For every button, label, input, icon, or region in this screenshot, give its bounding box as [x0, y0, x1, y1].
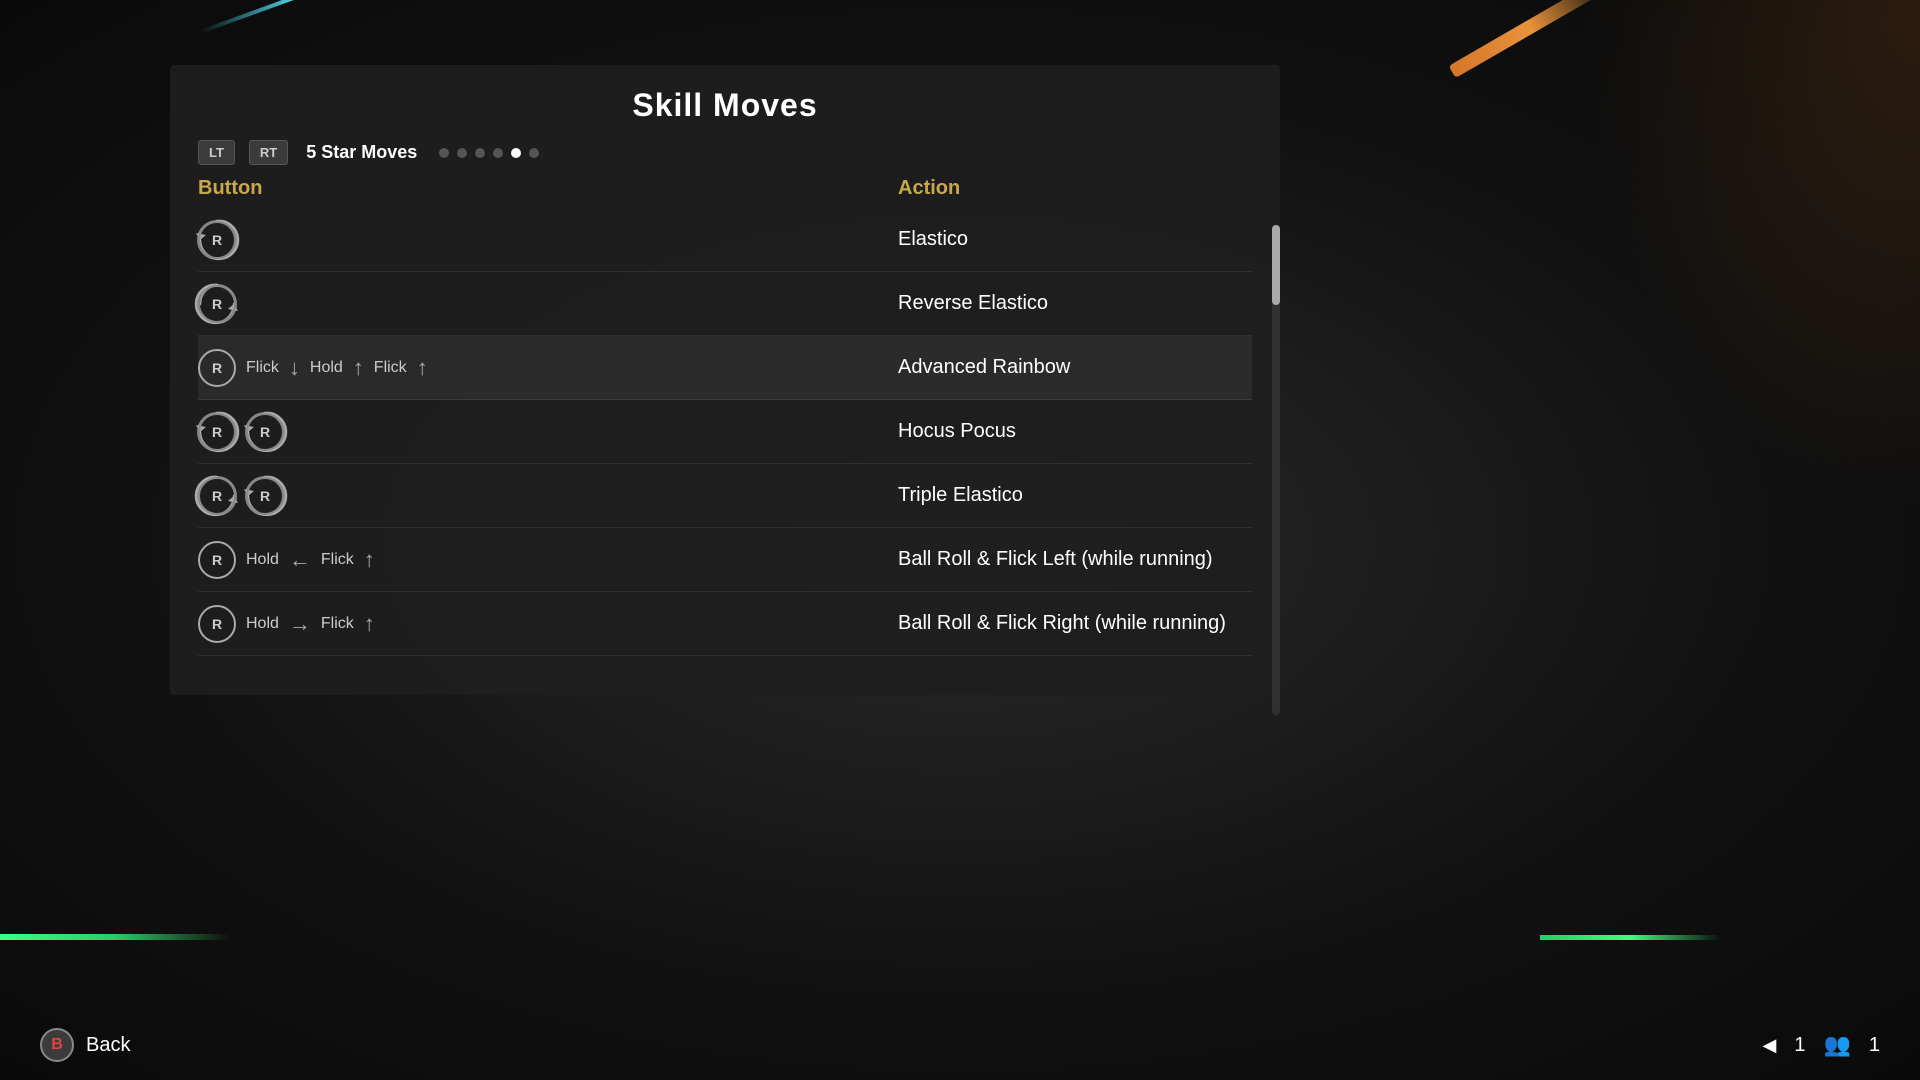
table-row[interactable]: → R Flick ↓ Hold ↑ Flick ↑ Advanced Rain…	[198, 336, 1252, 400]
dot-2	[457, 148, 467, 158]
table-row[interactable]: R Elastico	[198, 208, 1252, 272]
prev-arrow-icon[interactable]: ◀	[1763, 1035, 1777, 1056]
flick2-label: Flick	[374, 359, 407, 377]
move-button-col: R	[198, 277, 898, 331]
b-button-icon: B	[40, 1028, 74, 1062]
r-stick-wrap: R	[198, 285, 236, 323]
r-stick-icon-2: R	[246, 413, 284, 451]
bottom-bar: B Back ◀ 1 👥 1	[0, 1010, 1920, 1080]
r-stick-wrap-2: R	[246, 413, 284, 451]
bg-corner-glow	[1520, 0, 1920, 600]
dot-3	[475, 148, 485, 158]
tab-nav: LT RT 5 Star Moves	[170, 124, 1280, 165]
dot-1	[439, 148, 449, 158]
column-action-header: Action	[898, 177, 960, 200]
hold-label: Hold	[246, 551, 279, 569]
scrollbar[interactable]	[1272, 225, 1280, 715]
table-row[interactable]: R Reverse Elastico	[198, 272, 1252, 336]
arrow-up-icon: ↑	[364, 547, 375, 573]
player-icon: 👥	[1823, 1032, 1850, 1058]
column-button-header: Button	[198, 177, 898, 200]
move-button-col: R R	[198, 469, 898, 523]
flick-label: Flick	[321, 551, 354, 569]
table-row[interactable]: R R Triple Elastico	[198, 464, 1252, 528]
bottom-right-info: ◀ 1 👥 1	[1763, 1032, 1881, 1058]
r-stick-icon: R	[198, 413, 236, 451]
back-button[interactable]: B Back	[40, 1028, 130, 1062]
b-label: B	[51, 1036, 63, 1054]
move-button-col: R Hold → Flick ↑	[198, 597, 898, 651]
flick-label: Flick	[246, 359, 279, 377]
arrow-up-icon: ↑	[364, 611, 375, 637]
r-stick-icon-2: R	[246, 477, 284, 515]
bg-deco-green-right	[1540, 935, 1720, 940]
move-button-col: R Hold ← Flick ↑	[198, 533, 898, 587]
table-row[interactable]: R R Hocus Pocus	[198, 400, 1252, 464]
r-stick-wrap-2: R	[246, 477, 284, 515]
page-total: 1	[1869, 1034, 1880, 1057]
arrow-up2-icon: ↑	[417, 355, 428, 381]
arrow-up-icon: ↑	[353, 355, 364, 381]
move-button-col: R	[198, 213, 898, 267]
arrow-left-icon: ←	[289, 547, 311, 573]
move-action-label: Elastico	[898, 228, 1252, 251]
r-stick-icon: R	[198, 605, 236, 643]
r-stick-icon: R	[198, 477, 236, 515]
table-row[interactable]: R Hold → Flick ↑ Ball Roll & Flick Right…	[198, 592, 1252, 656]
bg-deco-green-left	[0, 934, 230, 940]
skill-moves-panel: Skill Moves LT RT 5 Star Moves Button Ac…	[170, 65, 1280, 695]
arrow-down-icon: ↓	[289, 355, 300, 381]
moves-list: R Elastico R Reverse Elastico	[170, 208, 1280, 656]
back-label: Back	[86, 1034, 130, 1057]
r-stick-icon: R	[198, 541, 236, 579]
table-row[interactable]: R Hold ← Flick ↑ Ball Roll & Flick Left …	[198, 528, 1252, 592]
dot-navigation	[439, 148, 539, 158]
dot-6	[529, 148, 539, 158]
arrow-right-icon: →	[289, 611, 311, 637]
column-headers: Button Action	[170, 165, 1280, 208]
move-button-col: R Flick ↓ Hold ↑ Flick ↑	[198, 341, 898, 395]
r-stick-wrap: R	[198, 349, 236, 387]
move-action-label: Triple Elastico	[898, 484, 1252, 507]
move-action-label: Ball Roll & Flick Left (while running)	[898, 548, 1252, 571]
dot-5	[511, 148, 521, 158]
move-action-label: Advanced Rainbow	[898, 356, 1252, 379]
hold-label: Hold	[246, 615, 279, 633]
tab-rt-button[interactable]: RT	[249, 140, 288, 165]
flick-label: Flick	[321, 615, 354, 633]
hold-label: Hold	[310, 359, 343, 377]
r-stick-icon: R	[198, 349, 236, 387]
tab-lt-button[interactable]: LT	[198, 140, 235, 165]
move-button-col: R R	[198, 405, 898, 459]
r-stick-wrap-1: R	[198, 477, 236, 515]
r-stick-icon: R	[198, 285, 236, 323]
page-current: 1	[1794, 1034, 1805, 1057]
move-action-label: Ball Roll & Flick Right (while running)	[898, 612, 1252, 635]
scrollbar-thumb[interactable]	[1272, 225, 1280, 305]
r-stick-icon: R	[198, 221, 236, 259]
tab-current-label: 5 Star Moves	[306, 142, 417, 163]
r-stick-wrap: R	[198, 221, 236, 259]
move-action-label: Reverse Elastico	[898, 292, 1252, 315]
page-title: Skill Moves	[170, 65, 1280, 124]
move-action-label: Hocus Pocus	[898, 420, 1252, 443]
dot-4	[493, 148, 503, 158]
r-stick-wrap-1: R	[198, 413, 236, 451]
